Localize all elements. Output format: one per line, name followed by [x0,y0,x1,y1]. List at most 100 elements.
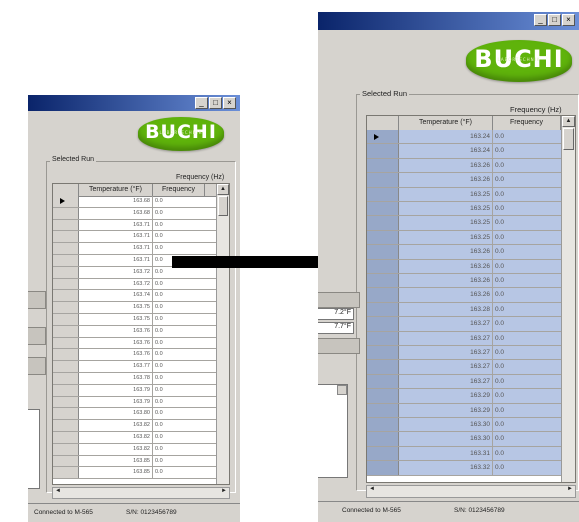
temperature-cell[interactable]: 163.76 [79,337,153,349]
table-row[interactable]: 163.32 0.0 [367,461,562,476]
table-row[interactable]: 163.27 0.0 [367,346,562,361]
row-header[interactable] [367,346,399,360]
close-button[interactable]: × [223,97,236,109]
row-header[interactable] [53,349,79,361]
table-row[interactable]: 163.29 0.0 [367,403,562,418]
temperature-cell[interactable]: 163.25 [399,216,493,230]
temperature-cell[interactable]: 163.31 [399,446,493,461]
table-row[interactable]: 163.71 0.0 [53,243,217,255]
row-header[interactable] [53,396,79,408]
frequency-cell[interactable]: 0.0 [153,338,205,349]
frequency-cell[interactable]: 0.0 [493,159,561,172]
frequency-cell[interactable]: 0.0 [493,216,561,229]
table-row[interactable]: 163.29 0.0 [367,389,562,404]
row-header[interactable] [53,408,79,420]
table-row[interactable]: 163.71 0.0 [53,219,217,232]
temperature-cell[interactable]: 163.72 [79,278,153,290]
table-row[interactable]: 163.75 0.0 [53,314,217,326]
side-value-field[interactable]: 7.7°F [318,322,354,334]
frequency-cell[interactable]: 0.0 [493,404,561,417]
table-row[interactable]: 163.25 0.0 [367,187,562,202]
frequency-cell[interactable]: 0.0 [153,373,205,384]
row-header[interactable] [367,360,399,374]
frequency-cell[interactable]: 0.0 [153,290,205,301]
row-header[interactable] [367,187,399,201]
table-row[interactable]: 163.85 0.0 [53,467,217,480]
table-row[interactable]: 163.77 0.0 [53,361,217,373]
temperature-cell[interactable]: 163.76 [79,325,153,337]
temperature-cell[interactable]: 163.27 [399,331,493,345]
frequency-cell[interactable]: 0.0 [153,314,205,325]
table-row[interactable]: 163.24 0.0 [367,144,562,159]
row-header[interactable] [53,337,79,349]
table-row[interactable]: 163.82 0.0 [53,432,217,444]
frequency-cell[interactable]: 0.0 [493,346,561,359]
scroll-up-icon[interactable]: ▲ [562,116,575,127]
temperature-cell[interactable]: 163.80 [79,408,153,420]
table-row[interactable]: 163.25 0.0 [367,230,562,246]
frequency-cell[interactable]: 0.0 [153,444,205,455]
row-header[interactable] [367,230,399,245]
scroll-thumb[interactable] [218,196,228,216]
temperature-cell[interactable]: 163.85 [79,455,153,467]
frequency-cell[interactable]: 0.0 [493,188,561,201]
frequency-column-header[interactable]: Frequency [153,184,205,196]
frequency-cell[interactable]: 0.0 [493,375,561,388]
temperature-cell[interactable]: 163.26 [399,274,493,288]
left-horizontal-scrollbar[interactable]: ◄ ► [52,487,230,499]
frequency-cell[interactable]: 0.0 [153,467,205,478]
row-header[interactable] [53,467,79,479]
frequency-cell[interactable]: 0.0 [153,220,205,231]
table-row[interactable]: 163.74 0.0 [53,290,217,303]
frequency-cell[interactable]: 0.0 [153,279,205,290]
left-vertical-scrollbar[interactable]: ▲ [216,184,229,484]
row-header[interactable] [53,243,79,254]
temperature-cell[interactable]: 163.26 [399,173,493,187]
right-vertical-scrollbar[interactable]: ▲ [561,116,575,482]
row-header[interactable] [367,446,399,461]
temperature-cell[interactable]: 163.71 [79,231,153,243]
close-button[interactable]: × [562,14,575,26]
frequency-cell[interactable]: 0.0 [493,130,561,143]
frequency-cell[interactable]: 0.0 [493,202,561,215]
row-header[interactable] [53,219,79,231]
table-row[interactable]: 163.27 0.0 [367,331,562,346]
temperature-cell[interactable]: 163.79 [79,396,153,408]
temperature-cell[interactable]: 163.77 [79,361,153,372]
row-header[interactable] [53,266,79,278]
row-header[interactable] [53,290,79,302]
frequency-cell[interactable]: 0.0 [493,245,561,258]
row-header[interactable] [367,302,399,317]
temperature-column-header[interactable]: Temperature (°F) [399,116,493,130]
table-row[interactable]: 163.76 0.0 [53,349,217,362]
temperature-cell[interactable]: 163.71 [79,255,153,266]
temperature-cell[interactable]: 163.68 [79,207,153,219]
table-row[interactable]: 163.76 0.0 [53,337,217,350]
side-text-area[interactable] [28,409,40,489]
frequency-cell[interactable]: 0.0 [493,288,561,301]
scroll-thumb[interactable] [563,128,574,150]
table-row[interactable]: 163.27 0.0 [367,374,562,390]
temperature-column-header[interactable]: Temperature (°F) [79,184,153,196]
frequency-cell[interactable]: 0.0 [153,196,205,207]
frequency-cell[interactable]: 0.0 [153,349,205,360]
scroll-right-icon[interactable]: ► [567,486,573,492]
table-row[interactable]: 163.72 0.0 [53,266,217,279]
frequency-cell[interactable]: 0.0 [493,447,561,460]
temperature-cell[interactable]: 163.68 [79,196,153,207]
frequency-cell[interactable]: 0.0 [493,260,561,273]
temperature-cell[interactable]: 163.78 [79,373,153,384]
temperature-cell[interactable]: 163.32 [399,461,493,475]
left-data-grid[interactable]: Temperature (°F) Frequency 163.68 0.0 163.… [52,183,230,485]
table-row[interactable]: 163.26 0.0 [367,259,562,274]
frequency-cell[interactable]: 0.0 [493,360,561,373]
temperature-cell[interactable]: 163.29 [399,403,493,417]
frequency-cell[interactable]: 0.0 [153,302,205,313]
right-data-grid[interactable]: Temperature (°F) Frequency 163.24 0.0 163.… [366,115,576,483]
temperature-cell[interactable]: 163.72 [79,266,153,278]
current-row-indicator[interactable] [53,196,79,207]
row-header[interactable] [367,374,399,389]
row-header[interactable] [53,384,79,396]
temperature-cell[interactable]: 163.25 [399,187,493,201]
frequency-cell[interactable]: 0.0 [153,208,205,219]
